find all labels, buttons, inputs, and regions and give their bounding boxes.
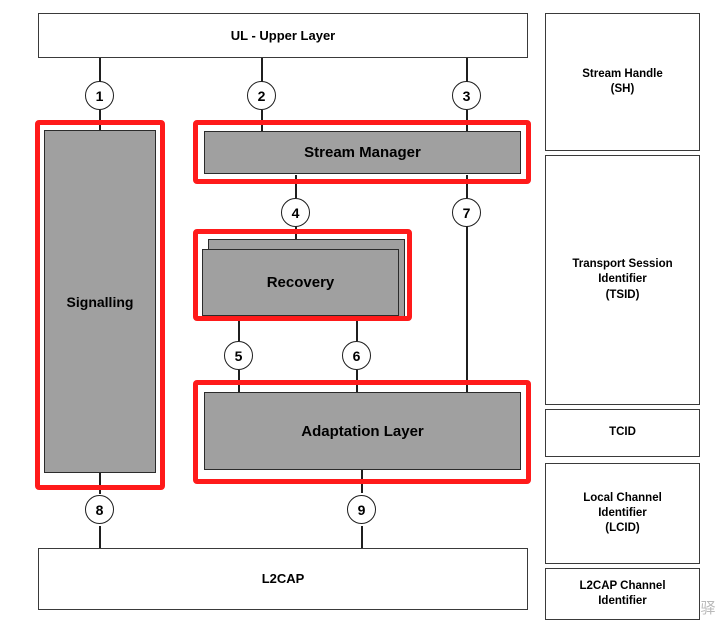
identifier-panel-stream-handle-line1: Stream Handle: [582, 67, 663, 80]
block-upper-layer-label: UL - Upper Layer: [230, 27, 336, 43]
interface-marker-4-label: 4: [291, 204, 300, 221]
block-recovery-label: Recovery: [266, 274, 335, 291]
identifier-panel-tsid-line2: Identifier: [598, 273, 647, 286]
connector-ul-to-if3: [466, 57, 468, 82]
identifier-panel-lcid[interactable]: Local Channel Identifier (LCID): [545, 463, 700, 564]
identifier-panel-tsid-line1: Transport Session: [572, 258, 673, 271]
interface-marker-8[interactable]: 8: [85, 495, 114, 524]
identifier-panel-stream-handle[interactable]: Stream Handle (SH): [545, 13, 700, 151]
interface-marker-1[interactable]: 1: [85, 81, 114, 110]
connector-if1-to-signalling: [99, 110, 101, 132]
connector-if2-to-stream-manager: [261, 110, 263, 132]
connector-signalling-to-if8: [99, 472, 101, 494]
identifier-panel-tsid[interactable]: Transport Session Identifier (TSID): [545, 155, 700, 405]
interface-marker-2[interactable]: 2: [247, 81, 276, 110]
block-l2cap[interactable]: L2CAP: [38, 548, 528, 610]
interface-marker-4[interactable]: 4: [281, 198, 310, 227]
interface-marker-6-label: 6: [352, 347, 361, 364]
block-stream-manager[interactable]: Stream Manager: [204, 131, 521, 174]
identifier-panel-l2cap-cid[interactable]: L2CAP Channel Identifier: [545, 568, 700, 620]
connector-stream-manager-to-if4: [295, 175, 297, 198]
block-recovery[interactable]: Recovery: [202, 249, 399, 316]
connector-if7-to-adaptation-layer: [466, 226, 468, 396]
block-upper-layer[interactable]: UL - Upper Layer: [38, 13, 528, 58]
block-stream-manager-label: Stream Manager: [304, 144, 421, 161]
block-adaptation-layer-label: Adaptation Layer: [301, 422, 424, 440]
interface-marker-6[interactable]: 6: [342, 341, 371, 370]
identifier-panel-tsid-line3: (TSID): [605, 288, 640, 301]
interface-marker-5[interactable]: 5: [224, 341, 253, 370]
connector-if3-to-stream-manager: [466, 110, 468, 132]
identifier-panel-l2cap-cid-line2: Identifier: [598, 595, 647, 607]
interface-marker-3[interactable]: 3: [452, 81, 481, 110]
identifier-panel-lcid-line2: Identifier: [598, 506, 647, 519]
interface-marker-5-label: 5: [234, 347, 243, 364]
connector-recovery-to-if5: [238, 316, 240, 341]
block-signalling[interactable]: Signalling: [44, 130, 156, 473]
block-signalling-label: Signalling: [66, 293, 134, 310]
interface-marker-1-label: 1: [95, 87, 104, 104]
block-l2cap-label: L2CAP: [261, 571, 305, 587]
identifier-panel-tcid[interactable]: TCID: [545, 409, 700, 457]
connector-stream-manager-to-if7: [466, 175, 468, 198]
interface-marker-7[interactable]: 7: [452, 198, 481, 227]
connector-if8-to-l2cap: [99, 526, 101, 548]
interface-marker-8-label: 8: [95, 501, 104, 518]
identifier-panel-tcid-line1: TCID: [609, 426, 636, 439]
identifier-panel-lcid-line1: Local Channel: [583, 491, 662, 504]
interface-marker-9[interactable]: 9: [347, 495, 376, 524]
block-adaptation-layer[interactable]: Adaptation Layer: [204, 392, 521, 470]
interface-marker-3-label: 3: [462, 87, 471, 104]
connector-recovery-to-if6: [356, 316, 358, 341]
connector-if9-to-l2cap: [361, 526, 363, 548]
identifier-panel-l2cap-cid-line1: L2CAP Channel: [579, 579, 666, 592]
connector-adaptation-layer-to-if9: [361, 470, 363, 493]
connector-ul-to-if1: [99, 57, 101, 82]
interface-marker-9-label: 9: [357, 501, 366, 518]
diagram-canvas: UL - Upper Layer Signalling Stream Manag…: [0, 0, 724, 624]
interface-marker-7-label: 7: [462, 204, 471, 221]
connector-ul-to-if2: [261, 57, 263, 82]
identifier-panel-stream-handle-line2: (SH): [610, 83, 635, 95]
identifier-panel-lcid-line3: (LCID): [605, 522, 640, 535]
interface-marker-2-label: 2: [257, 87, 266, 104]
